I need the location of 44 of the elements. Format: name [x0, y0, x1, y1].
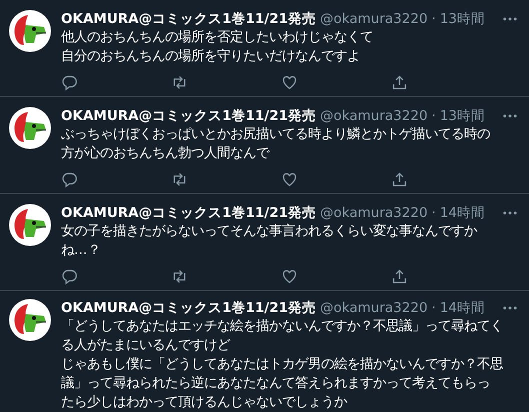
separator-dot: ·: [432, 300, 436, 316]
user-handle[interactable]: @okamura3220: [320, 10, 428, 26]
reply-icon[interactable]: [61, 171, 78, 188]
user-name[interactable]: OKAMURA@コミックス1巻11/21発売: [61, 298, 316, 316]
tweet-time[interactable]: 14時間: [440, 298, 486, 316]
user-handle[interactable]: @okamura3220: [320, 300, 428, 316]
share-icon[interactable]: [391, 74, 408, 91]
lizard-avatar-icon[interactable]: [8, 203, 52, 247]
user-handle[interactable]: @okamura3220: [320, 108, 428, 124]
tweet-row[interactable]: OKAMURA@コミックス1巻11/21発売 @okamura3220 · 13時間 ぶっちゃけぼくおっぱいとかお尻描いてる時より鱗とかトゲ描いてる時の 方が心のおちんちん勃つ人間なんで: [0, 97, 529, 194]
tweet-text: 「どうしてあなたはエッチな絵を描かないんですか？不思議」って尋ねてく る人がたまにいるんですけど じゃあもし僕に「どうしてあなたはトカゲ男の絵を描かないんですか？不思 議」って尋ねられたら逆にあなたなんて答えられますかって考えてもらっ たら少しはわかって頂けるんじゃないでしょうか: [61, 318, 503, 412]
tweet-text: 女の子を描きたがらないってそんな事言われるくらい変な事なんですか ね…？: [61, 222, 477, 260]
reply-icon[interactable]: [61, 74, 78, 91]
user-name[interactable]: OKAMURA@コミックス1巻11/21発売: [61, 10, 316, 28]
more-icon[interactable]: [503, 306, 517, 310]
more-icon[interactable]: [503, 114, 517, 118]
retweet-icon[interactable]: [171, 171, 188, 188]
share-icon[interactable]: [391, 171, 408, 188]
retweet-icon[interactable]: [171, 74, 188, 91]
heart-icon[interactable]: [281, 268, 298, 285]
reply-icon[interactable]: [61, 268, 78, 285]
separator-dot: ·: [432, 108, 436, 124]
lizard-avatar-icon[interactable]: [8, 298, 52, 342]
heart-icon[interactable]: [281, 74, 298, 91]
lizard-avatar-icon[interactable]: [8, 106, 52, 150]
user-name[interactable]: OKAMURA@コミックス1巻11/21発売: [61, 106, 316, 124]
tweet-time[interactable]: 14時間: [440, 204, 486, 222]
tweet-row[interactable]: OKAMURA@コミックス1巻11/21発売 @okamura3220 · 14時間 「どうしてあなたはエッチな絵を描かないんですか？不思議」って尋ねてく る人がたまにいるんですけど じゃあもし僕に「どうしてあなたはトカゲ男の絵を描かないんですか？不思 議」って尋ねられたら逆にあなたなんて答えられますかって考えてもらっ たら少しはわかって頂けるんじゃないでしょうか: [0, 291, 529, 412]
tweet-text: ぶっちゃけぼくおっぱいとかお尻描いてる時より鱗とかトゲ描いてる時の 方が心のおちんちん勃つ人間なんで: [61, 126, 490, 163]
tweet-time[interactable]: 13時間: [440, 106, 486, 124]
heart-icon[interactable]: [281, 171, 298, 188]
separator-dot: ·: [432, 10, 436, 26]
more-icon[interactable]: [503, 16, 517, 20]
tweet-row[interactable]: OKAMURA@コミックス1巻11/21発売 @okamura3220 · 13時間 他人のおちんちんの場所を否定したいわけじゃなくて 自分のおちんちんの場所を守りたいだけなんですよ: [0, 0, 529, 97]
tweet-row[interactable]: OKAMURA@コミックス1巻11/21発売 @okamura3220 · 14時間 女の子を描きたがらないってそんな事言われるくらい変な事なんですか ね…？: [0, 194, 529, 291]
retweet-icon[interactable]: [171, 268, 188, 285]
more-icon[interactable]: [503, 210, 517, 214]
tweet-text: 他人のおちんちんの場所を否定したいわけじゃなくて 自分のおちんちんの場所を守りたいだけなんですよ: [61, 28, 373, 66]
tweet-time[interactable]: 13時間: [440, 10, 486, 28]
lizard-avatar-icon[interactable]: [8, 9, 52, 53]
user-name[interactable]: OKAMURA@コミックス1巻11/21発売: [61, 204, 316, 222]
separator-dot: ·: [432, 204, 436, 220]
user-handle[interactable]: @okamura3220: [320, 204, 428, 220]
share-icon[interactable]: [391, 268, 408, 285]
